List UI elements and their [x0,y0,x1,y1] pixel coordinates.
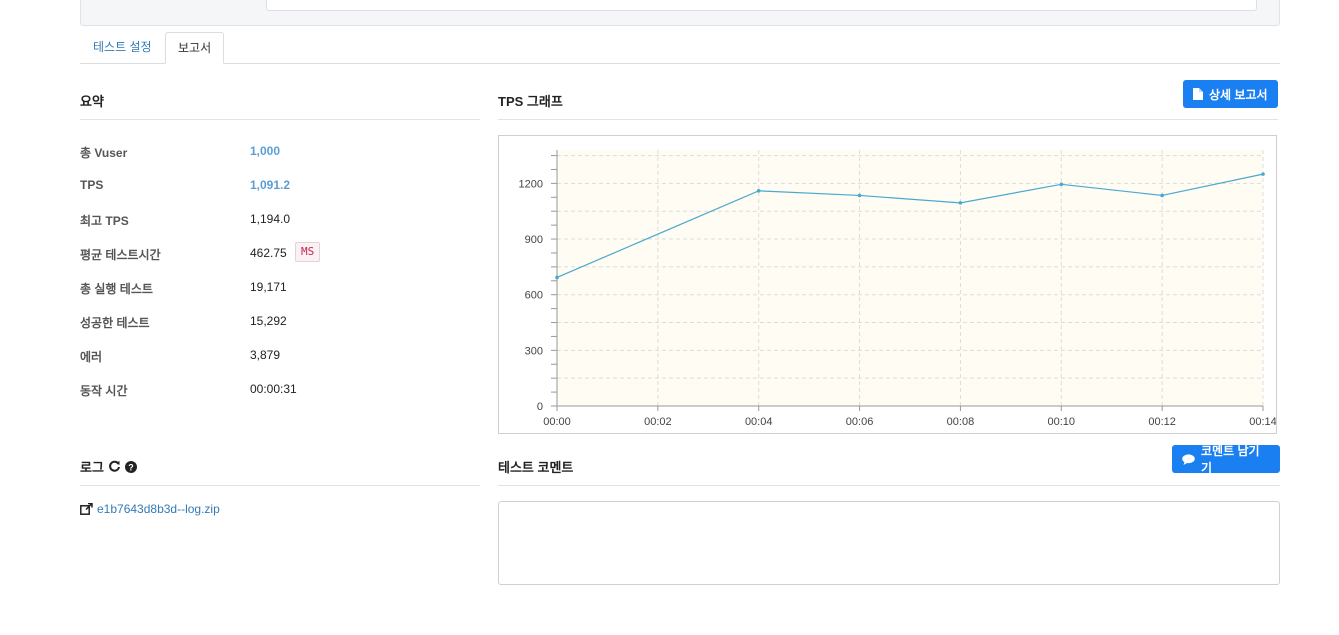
y-tick-label: 0 [537,401,543,413]
tps-data-point [1059,182,1064,187]
tps-data-point [1160,193,1164,198]
summary-label-errors: 에러 [80,350,103,364]
y-tick-label: 300 [525,345,543,357]
summary-label-run-time: 동작 시간 [80,384,128,398]
tps-data-point [555,275,559,280]
external-link-icon [80,503,93,515]
tab-report[interactable]: 보고서 [165,32,225,64]
tps-data-point [1261,172,1265,176]
x-tick-label: 00:04 [745,416,773,428]
top-input-box[interactable] [266,0,1257,11]
log-header: 로그 ? [80,457,137,476]
tps-data-point [756,189,761,193]
y-tick-label: 900 [525,234,543,246]
y-tick-label: 1200 [519,178,543,190]
tps-graph-title: TPS 그래프 [498,94,563,109]
svg-text:?: ? [128,462,134,472]
log-file-name: e1b7643d8b3d--log.zip [97,502,220,516]
comment-icon [1182,453,1195,465]
x-tick-label: 00:02 [644,416,672,428]
detail-report-button[interactable]: 상세 보고서 [1183,80,1278,108]
graph-divider [498,119,1278,120]
tps-data-point [958,201,963,205]
x-tick-label: 00:08 [947,416,975,428]
tps-data-point [857,193,862,198]
log-file-link[interactable]: e1b7643d8b3d--log.zip [80,502,220,516]
summary-value-run-time: 00:00:31 [250,382,297,396]
summary-value-total-tests: 19,171 [250,280,287,294]
summary-label-avg-time: 평균 테스트시간 [80,248,161,262]
y-tick-label: 600 [525,290,543,302]
detail-report-label: 상세 보고서 [1209,87,1268,102]
summary-value-errors: 3,879 [250,348,281,362]
summary-label-total-tests: 총 실행 테스트 [80,282,153,296]
tps-chart: 00:00 00:02 00:04 00:06 00:08 00:10 00:12 00:14… [498,135,1277,434]
x-tick-label: 00:12 [1148,416,1176,428]
summary-value-peak-tps: 1,194.0 [250,212,291,226]
summary-label-peak-tps: 최고 TPS [80,214,129,228]
log-title: 로그 [80,460,104,475]
summary-title: 요약 [80,94,104,109]
refresh-icon[interactable] [108,460,121,473]
summary-value-tps: 1,091.2 [250,178,291,192]
summary-label-vuser: 총 Vuser [80,146,128,160]
summary-value-avg-time: 462.75 [250,246,287,260]
file-icon [1193,88,1203,100]
x-tick-label: 00:06 [846,416,874,428]
leave-comment-button[interactable]: 코멘트 남기기 [1172,444,1280,475]
tps-chart-svg: 00:00 00:02 00:04 00:06 00:08 00:10 00:12 00:14… [519,150,1277,428]
log-divider [80,485,480,486]
summary-label-success-tests: 성공한 테스트 [80,316,150,330]
x-tick-label: 00:14 [1249,416,1276,428]
tab-test-settings[interactable]: 테스트 설정 [80,32,165,62]
comment-textarea[interactable] [498,501,1280,585]
summary-label-tps: TPS [80,178,104,192]
leave-comment-label: 코멘트 남기기 [1201,444,1260,475]
x-tick-label: 00:00 [543,416,571,428]
plot-area [557,150,1263,406]
x-tick-label: 00:10 [1048,416,1076,428]
summary-value-success-tests: 15,292 [250,314,287,328]
comment-divider [498,485,1280,486]
top-settings-panel [80,0,1280,26]
summary-value-vuser: 1,000 [250,144,281,158]
unit-badge-ms: MS [295,242,321,262]
comment-title: 테스트 코멘트 [498,460,574,475]
help-icon[interactable]: ? [124,460,137,473]
report-tabs: 테스트 설정 보고서 [80,32,1280,64]
summary-divider [80,119,480,120]
